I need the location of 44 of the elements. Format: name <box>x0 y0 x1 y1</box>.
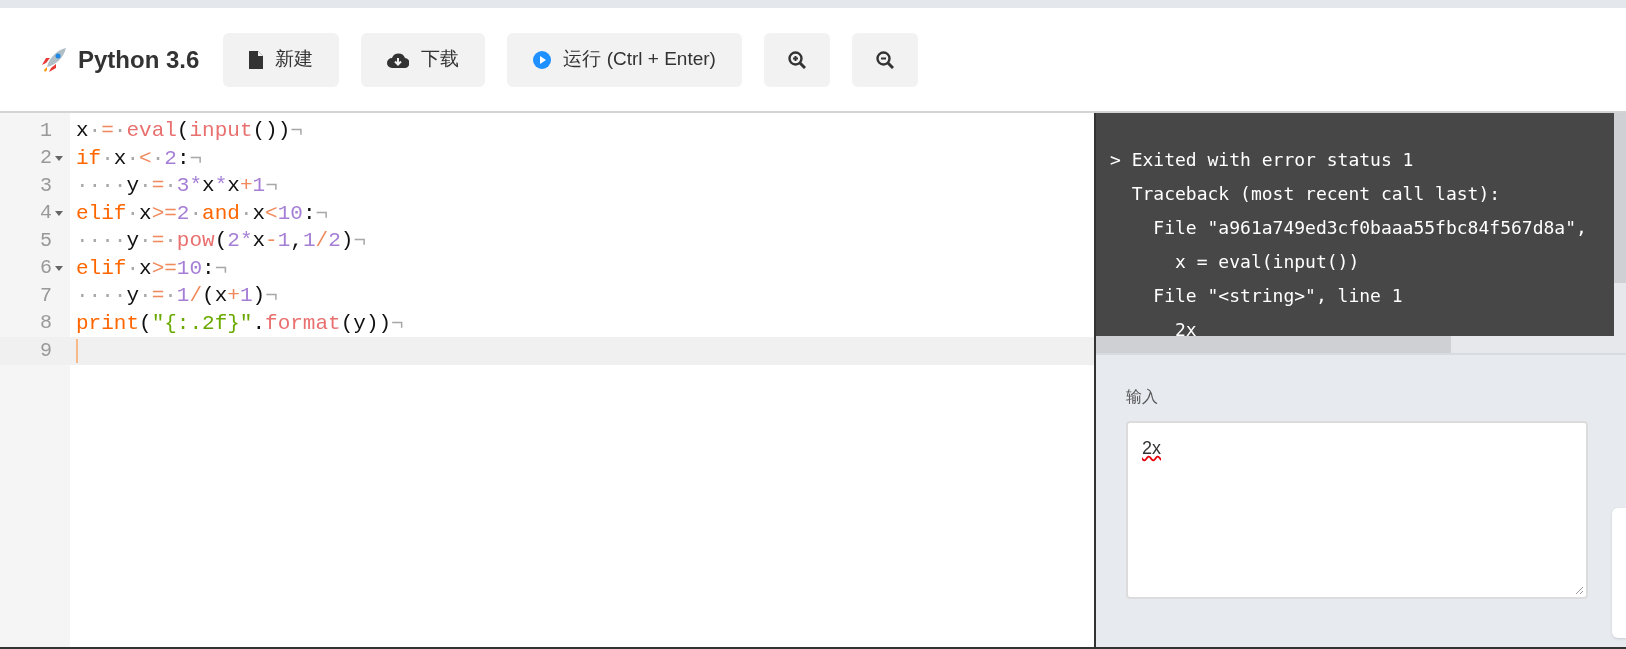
new-button[interactable]: 新建 <box>223 32 340 87</box>
fold-arrow-icon[interactable] <box>55 265 63 271</box>
line-number: 3 <box>40 172 52 199</box>
output-line: File "<string>", line 1 <box>1152 284 1404 308</box>
code-line: ····y·=·1/(x+1)¬ <box>76 283 278 309</box>
line-number: 9 <box>40 337 52 364</box>
rocket-icon <box>40 45 68 74</box>
zoom-out-icon <box>875 50 894 69</box>
line-number: 5 <box>40 227 52 254</box>
line-number: 6 <box>40 255 52 282</box>
code-line: ····y·=·pow(2*x-1,1/2)¬ <box>76 228 366 254</box>
zoom-in-icon <box>787 50 806 69</box>
text-cursor <box>76 338 78 363</box>
output-line: File "a961a749ed3cf0baaa55fbc84f567d8a", <box>1152 216 1588 240</box>
resize-handle-icon[interactable] <box>1574 585 1584 595</box>
output-line: Traceback (most recent call last): <box>1130 182 1502 206</box>
input-field[interactable]: 2x <box>1126 421 1588 599</box>
file-icon <box>249 50 264 69</box>
play-icon <box>533 50 552 69</box>
code-line: print("{:.2f}".format(y))¬ <box>76 310 404 337</box>
line-number: 1 <box>40 117 52 144</box>
app-title: Python 3.6 <box>78 44 200 75</box>
line-number: 7 <box>40 282 52 309</box>
fold-arrow-icon[interactable] <box>55 155 63 161</box>
vertical-scrollbar[interactable] <box>1614 113 1626 336</box>
output-line: x = eval(input()) <box>1174 250 1361 274</box>
input-label: 输入 <box>1126 387 1159 407</box>
zoom-in-button[interactable] <box>763 32 830 87</box>
zoom-out-button[interactable] <box>851 32 918 87</box>
fold-arrow-icon[interactable] <box>55 210 63 216</box>
line-number: 4 <box>40 200 52 227</box>
code-line: if·x·<·2:¬ <box>76 145 203 172</box>
run-button[interactable]: 运行 (Ctrl + Enter) <box>507 32 742 87</box>
output-line: 2x <box>1174 318 1198 336</box>
line-number: 8 <box>40 310 52 337</box>
cloud-download-icon <box>387 51 410 68</box>
code-line: elif·x>=2·and·x<10:¬ <box>76 200 329 227</box>
code-line: elif·x>=10:¬ <box>76 255 228 282</box>
code-line: x·=·eval(input())¬ <box>76 118 303 144</box>
line-number: 2 <box>40 145 52 172</box>
horizontal-scrollbar[interactable] <box>1096 336 1626 353</box>
output-line: > Exited with error status 1 <box>1110 148 1415 172</box>
download-button[interactable]: 下载 <box>361 32 486 87</box>
code-line: ····y·=·3*x*x+1¬ <box>76 173 278 199</box>
